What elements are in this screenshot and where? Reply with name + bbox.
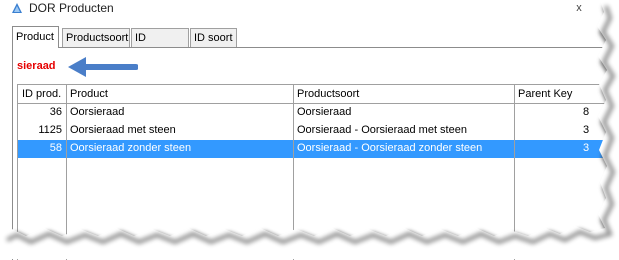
- torn-edge-overlay: [0, 0, 619, 259]
- dor-producten-window: DOR Producten x Product Productsoort ID …: [0, 0, 619, 260]
- tab-product[interactable]: Product: [12, 26, 59, 48]
